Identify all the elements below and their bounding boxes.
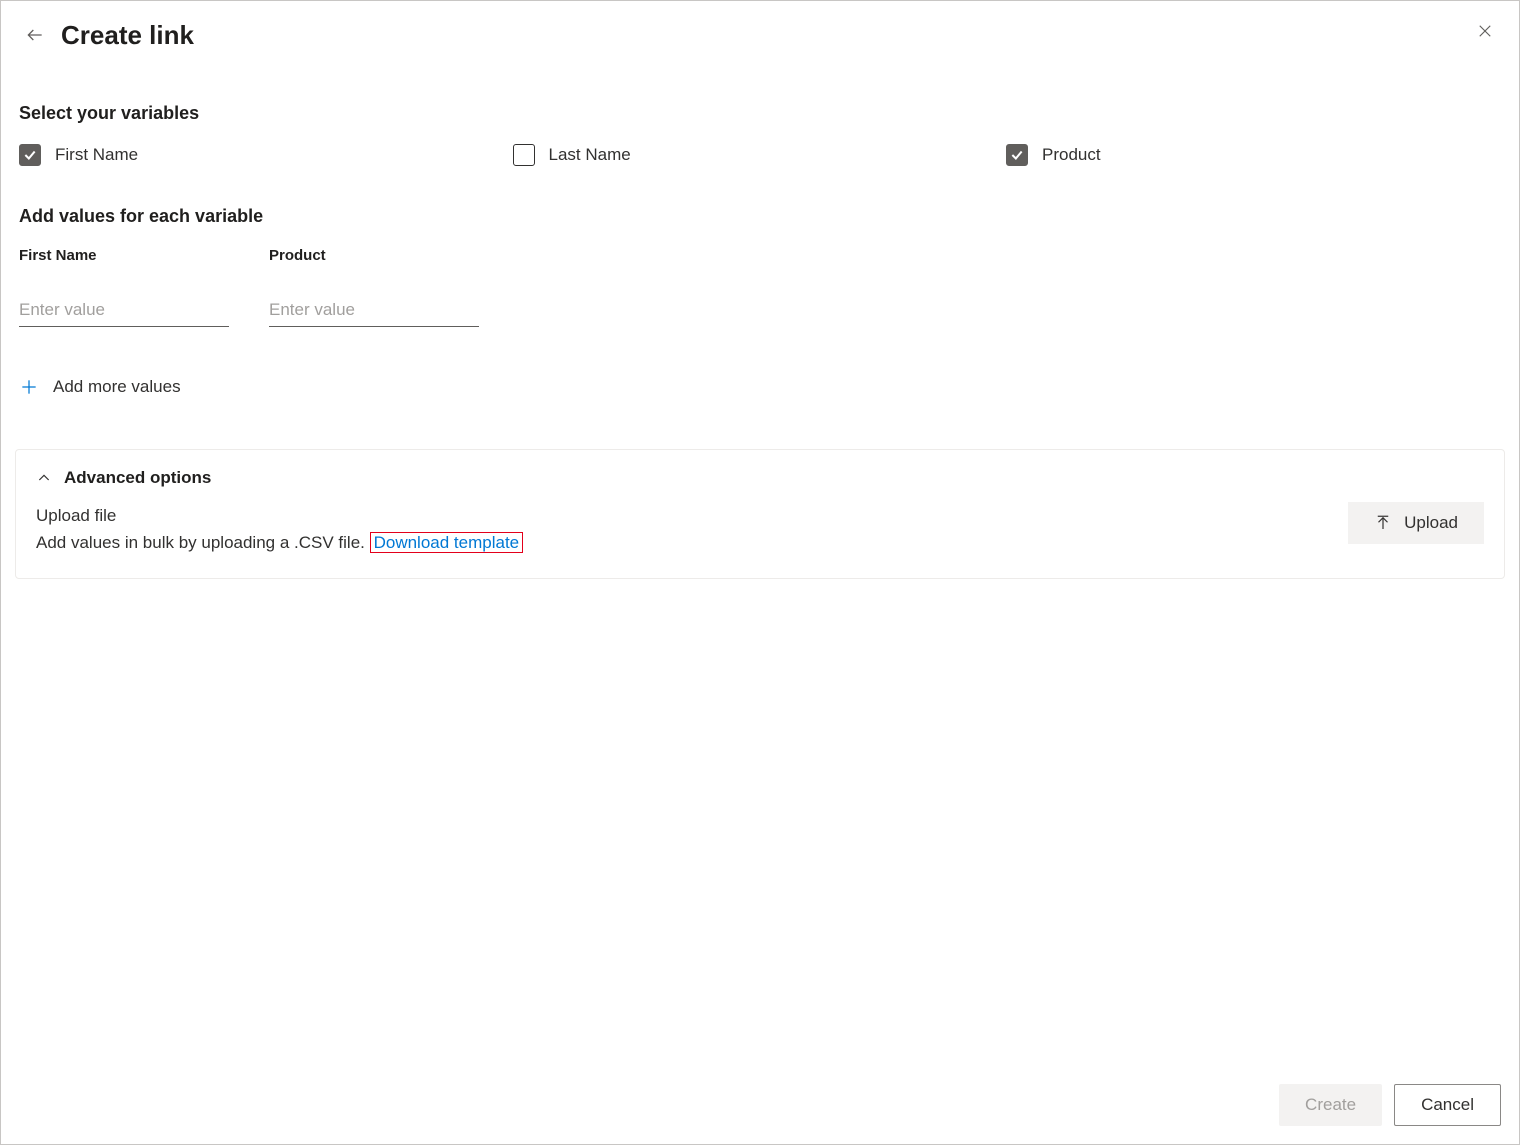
checkbox-item-last-name[interactable]: Last Name bbox=[513, 144, 1007, 166]
checkbox-label: Last Name bbox=[549, 145, 631, 165]
checkbox-label: First Name bbox=[55, 145, 138, 165]
checkbox-item-first-name[interactable]: First Name bbox=[19, 144, 513, 166]
variables-checkbox-row: First Name Last Name Product bbox=[19, 144, 1501, 166]
checkbox-first-name[interactable] bbox=[19, 144, 41, 166]
checkbox-item-product[interactable]: Product bbox=[1006, 144, 1500, 166]
upload-icon bbox=[1374, 514, 1392, 532]
value-column-first-name: First Name bbox=[19, 247, 229, 327]
checkbox-label: Product bbox=[1042, 145, 1101, 165]
upload-file-title: Upload file bbox=[36, 502, 523, 529]
advanced-options-title: Advanced options bbox=[64, 468, 211, 488]
advanced-options-card: Advanced options Upload file Add values … bbox=[15, 449, 1505, 579]
download-template-highlight: Download template bbox=[370, 532, 524, 553]
value-inputs-row: First Name Product bbox=[19, 247, 1501, 327]
value-label: First Name bbox=[19, 247, 229, 264]
add-values-title: Add values for each variable bbox=[19, 206, 1501, 227]
dialog-header: Create link bbox=[1, 1, 1519, 63]
select-variables-title: Select your variables bbox=[19, 103, 1501, 124]
value-input-product[interactable] bbox=[269, 294, 479, 327]
plus-icon bbox=[19, 377, 39, 397]
upload-button[interactable]: Upload bbox=[1348, 502, 1484, 544]
arrow-left-icon bbox=[25, 25, 45, 45]
create-button[interactable]: Create bbox=[1279, 1084, 1382, 1126]
add-values-section: Add values for each variable First Name … bbox=[1, 166, 1519, 397]
dialog-footer: Create Cancel bbox=[1279, 1084, 1501, 1126]
add-more-label: Add more values bbox=[53, 377, 181, 397]
dialog-title: Create link bbox=[61, 20, 194, 51]
upload-file-text: Upload file Add values in bulk by upload… bbox=[36, 502, 523, 556]
value-input-first-name[interactable] bbox=[19, 294, 229, 327]
advanced-options-toggle[interactable]: Advanced options bbox=[36, 468, 1484, 488]
close-icon bbox=[1476, 22, 1494, 40]
cancel-button[interactable]: Cancel bbox=[1394, 1084, 1501, 1126]
select-variables-section: Select your variables First Name Last Na… bbox=[1, 63, 1519, 166]
upload-button-label: Upload bbox=[1404, 513, 1458, 533]
add-more-values-button[interactable]: Add more values bbox=[19, 377, 1501, 397]
checkbox-last-name[interactable] bbox=[513, 144, 535, 166]
upload-file-desc: Add values in bulk by uploading a .CSV f… bbox=[36, 533, 370, 552]
back-button[interactable] bbox=[19, 19, 51, 51]
checkbox-product[interactable] bbox=[1006, 144, 1028, 166]
checkmark-icon bbox=[1010, 148, 1024, 162]
chevron-up-icon bbox=[36, 470, 52, 486]
value-label: Product bbox=[269, 247, 479, 264]
download-template-link[interactable]: Download template bbox=[374, 533, 520, 552]
value-column-product: Product bbox=[269, 247, 479, 327]
advanced-options-body: Upload file Add values in bulk by upload… bbox=[36, 502, 1484, 556]
checkmark-icon bbox=[23, 148, 37, 162]
close-button[interactable] bbox=[1469, 15, 1501, 47]
